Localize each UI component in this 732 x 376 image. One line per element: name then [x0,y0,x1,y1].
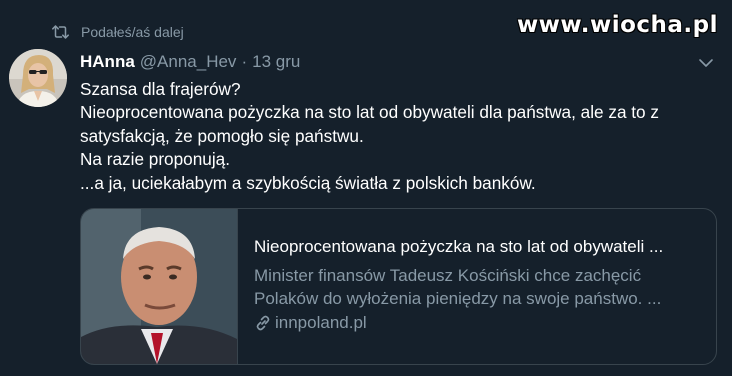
user-handle[interactable]: @Anna_Hev [140,52,237,72]
tweet-date[interactable]: 13 gru [252,52,300,72]
tweet-header: HAnna @Anna_Hev · 13 gru [80,52,300,72]
retweet-label: Podałeś/aś dalej [81,24,184,40]
separator-dot: · [241,52,248,71]
card-title[interactable]: Nieoprocentowana pożyczka na sto lat od … [254,237,714,257]
chevron-down-icon [699,59,713,67]
avatar[interactable] [9,49,67,107]
card-description-line: Minister finansów Tadeusz Kościński chce… [254,266,642,285]
tweet-line: Szansa dla frajerów? [80,79,241,99]
card-domain-label: innpoland.pl [275,313,367,332]
tweet-line: Nieoprocentowana pożyczka na sto lat od … [80,102,659,123]
display-name[interactable]: HAnna [80,52,135,72]
retweet-context: Podałeś/aś dalej [52,24,184,40]
link-icon [256,315,270,331]
card-description: Minister finansów Tadeusz Kościński chce… [254,264,714,310]
tweet-menu-button[interactable] [698,56,714,74]
avatar-image [9,49,67,107]
tweet-text: Szansa dla frajerów? Nieoprocentowana po… [80,78,720,195]
card-description-line: Polaków do wyłożenia pieniędzy na swoje … [254,289,662,308]
card-thumbnail-image [81,209,237,364]
card-thumbnail[interactable] [81,209,238,364]
card-body[interactable]: Nieoprocentowana pożyczka na sto lat od … [238,209,714,364]
tweet-line: ...a ja, uciekałabym a szybkością światł… [80,172,536,193]
retweet-icon [52,25,69,39]
tweet-line: satysfakcją, że pomogło się państwu. [80,125,364,146]
tweet-line: Na razie proponują. [80,149,231,170]
link-card[interactable]: Nieoprocentowana pożyczka na sto lat od … [80,208,717,365]
card-domain[interactable]: innpoland.pl [254,313,714,333]
watermark: www.wiocha.pl [516,12,718,38]
